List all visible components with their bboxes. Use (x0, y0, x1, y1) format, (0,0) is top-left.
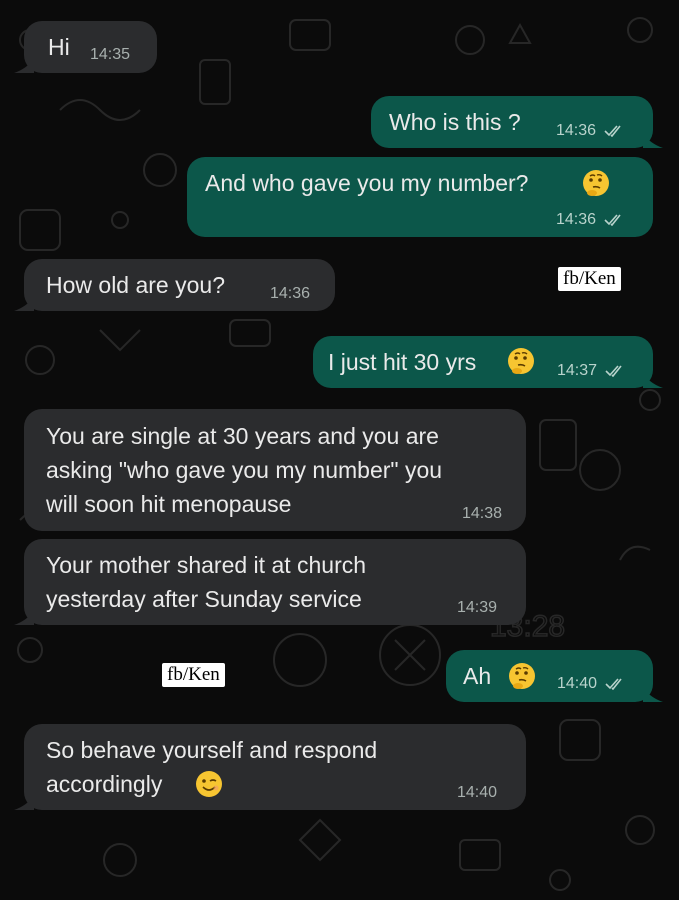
message-text: Hi (48, 34, 70, 60)
double-check-icon (604, 125, 621, 137)
message-bubble-incoming[interactable]: Your mother shared it at church yesterda… (14, 539, 526, 625)
double-check-icon (605, 678, 622, 690)
bubble-tail (14, 611, 34, 625)
message-text: You are single at 30 years and you are a… (46, 423, 443, 517)
bubble-tail (643, 688, 663, 702)
bubble-tail (14, 297, 34, 311)
bubble-tail (643, 374, 663, 388)
message-time: 14:36 (270, 285, 311, 302)
message-time: 14:36 (556, 122, 597, 139)
bubble-tail (14, 59, 34, 73)
message-text: How old are you? (46, 272, 225, 298)
message-time: 14:40 (457, 784, 498, 801)
message-bubble-outgoing[interactable]: Ah 14:40 (446, 650, 663, 702)
bubble-tail (643, 134, 663, 148)
message-text: I just hit 30 yrs (328, 349, 477, 375)
message-time: 14:40 (557, 675, 598, 692)
message-time: 14:38 (462, 505, 503, 522)
message-bubble-incoming[interactable]: Hi 14:35 (14, 21, 157, 73)
message-text: Ah (463, 663, 492, 689)
message-bubble-incoming[interactable]: You are single at 30 years and you are a… (24, 409, 526, 531)
message-text: Your mother shared it at church yesterda… (46, 552, 367, 612)
message-bubble-incoming[interactable]: So behave yourself and respond according… (14, 724, 526, 810)
thinking-face-emoji (509, 663, 535, 689)
winking-face-emoji (196, 771, 222, 797)
double-check-icon (605, 365, 622, 377)
watermark-label: fb/Ken (558, 267, 621, 291)
message-bubble-incoming[interactable]: How old are you? 14:36 (14, 259, 335, 311)
message-time: 14:39 (457, 599, 498, 616)
message-time: 14:36 (556, 211, 597, 228)
message-bubble-outgoing[interactable]: Who is this ? 14:36 (371, 96, 663, 148)
message-text: And who gave you my number? (205, 170, 529, 196)
message-text: Who is this ? (389, 109, 521, 135)
thinking-face-emoji (508, 348, 534, 374)
watermark-label: fb/Ken (162, 663, 225, 687)
message-bubble-outgoing[interactable]: And who gave you my number? 14:36 (187, 157, 653, 237)
double-check-icon (604, 214, 621, 226)
message-time: 14:37 (557, 362, 598, 379)
message-bubble-outgoing[interactable]: I just hit 30 yrs 14:37 (313, 336, 663, 388)
bubble-tail (14, 796, 34, 810)
message-time: 14:35 (90, 46, 131, 63)
thinking-face-emoji (583, 170, 609, 196)
